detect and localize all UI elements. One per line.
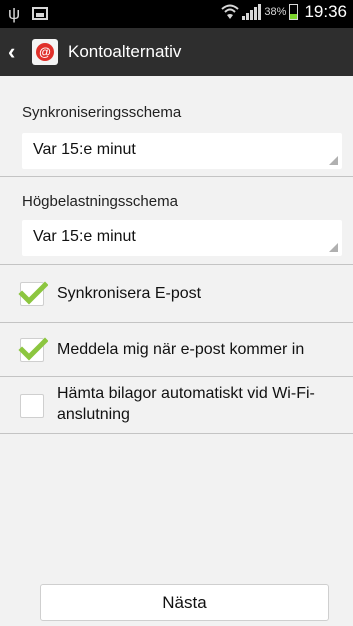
battery-icon (289, 4, 299, 20)
checkmark-icon (18, 281, 48, 305)
battery-percent: 38% (264, 6, 287, 18)
dropdown-corner-icon (329, 156, 338, 165)
notify-email-row[interactable]: Meddela mig när e-post kommer in (0, 323, 353, 376)
sync-schedule-dropdown[interactable]: Var 15:e minut (22, 133, 342, 169)
sync-email-row[interactable]: Synkronisera E-post (0, 265, 353, 322)
next-button[interactable]: Nästa (40, 584, 329, 621)
auto-download-label: Hämta bilagor automatiskt vid Wi-Fi-ansl… (57, 385, 315, 423)
sync-email-checkbox[interactable] (18, 281, 48, 306)
settings-content: Synkroniseringsschema Var 15:e minut Hög… (0, 76, 353, 626)
status-bar: ψ 38% 19:36 (0, 0, 353, 28)
back-arrow-icon[interactable]: ‹ (8, 39, 30, 65)
notify-email-label: Meddela mig när e-post kommer in (57, 341, 305, 358)
email-app-icon[interactable]: @ (32, 39, 58, 65)
sync-email-label: Synkronisera E-post (57, 285, 202, 302)
dropdown-corner-icon (329, 243, 338, 252)
notify-email-checkbox[interactable] (18, 337, 48, 362)
auto-download-checkbox[interactable] (20, 394, 44, 418)
page-title: Kontoalternativ (68, 42, 182, 61)
checkmark-icon (18, 337, 48, 361)
auto-download-row[interactable]: Hämta bilagor automatiskt vid Wi-Fi-ansl… (0, 377, 353, 433)
divider (0, 433, 353, 434)
wifi-icon (221, 3, 240, 21)
divider (0, 176, 353, 177)
image-notification-icon (32, 7, 49, 20)
peak-schedule-label: Högbelastningsschema (22, 193, 178, 210)
signal-icon (242, 4, 262, 20)
sync-schedule-value: Var 15:e minut (33, 141, 136, 158)
sync-schedule-label: Synkroniseringsschema (22, 104, 182, 121)
peak-schedule-value: Var 15:e minut (33, 228, 136, 245)
action-bar: ‹ @ Kontoalternativ (0, 28, 353, 76)
clock: 19:36 (304, 2, 347, 21)
usb-icon: ψ (8, 4, 21, 23)
peak-schedule-dropdown[interactable]: Var 15:e minut (22, 220, 342, 256)
